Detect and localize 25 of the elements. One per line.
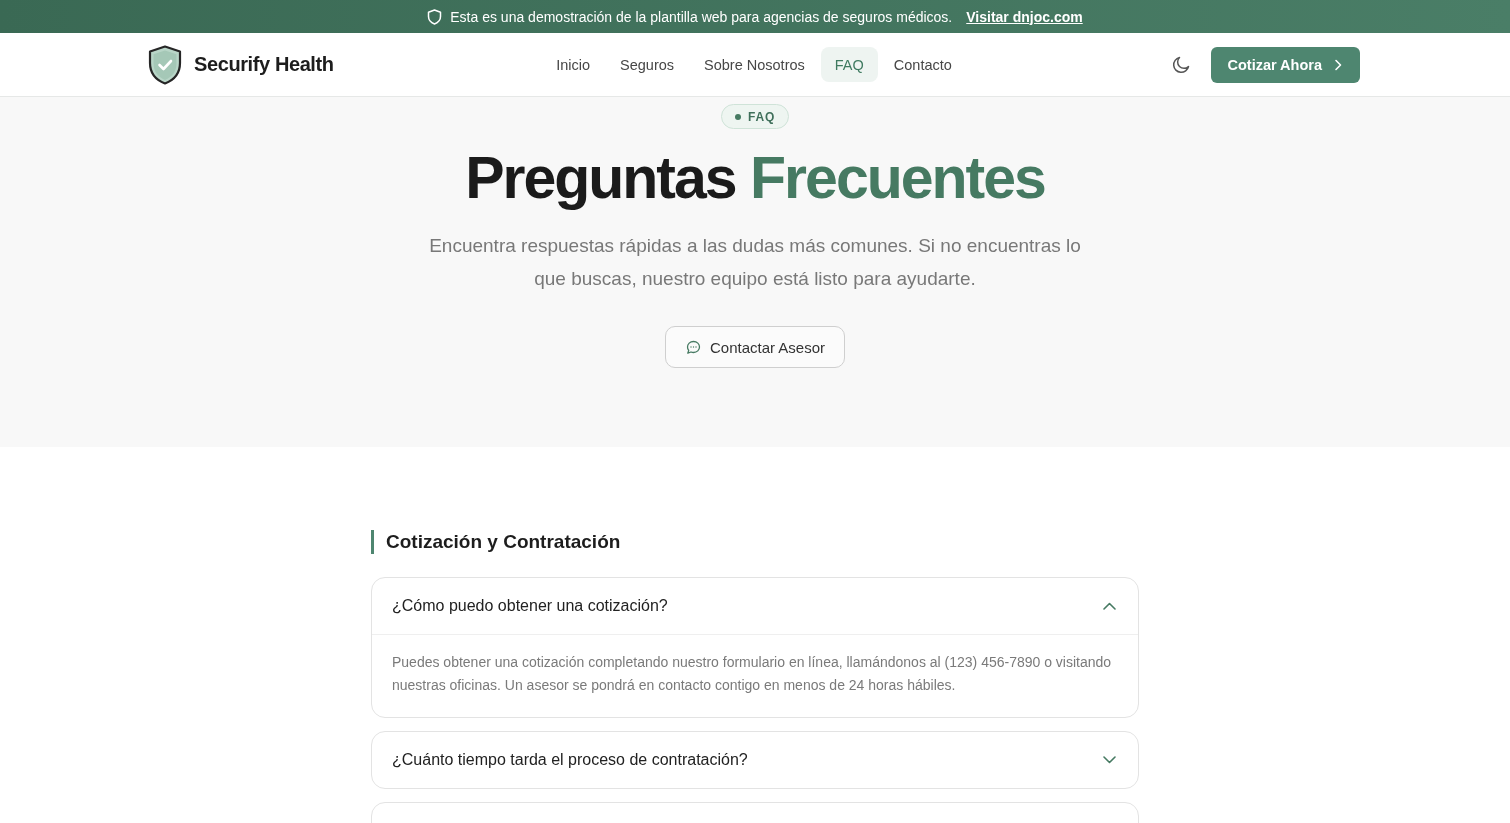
nav-link[interactable]: FAQ (820, 47, 878, 82)
nav-link[interactable]: Inicio (542, 47, 604, 82)
nav-link[interactable]: Sobre Nosotros (690, 47, 819, 82)
page-title: Preguntas Frecuentes (465, 144, 1045, 213)
hero-subtitle: Encuentra respuestas rápidas a las dudas más comunes. Si no encuentras lo que buscas, nuestro equipo está listo para ayudarte. (428, 234, 1082, 291)
faq-question[interactable]: ¿Cómo puedo obtener una cotización? (372, 578, 1138, 634)
contact-advisor-button[interactable]: Contactar Asesor (664, 326, 846, 368)
chat-bubble-icon (685, 339, 701, 355)
faq-question[interactable]: ¿Cuánto tiempo tarda el proceso de contratación? (372, 732, 1138, 788)
dot-icon (734, 113, 741, 120)
nav-link[interactable]: Contacto (879, 47, 966, 82)
quote-button[interactable]: Cotizar Ahora (1211, 46, 1360, 83)
shield-check-logo-icon[interactable] (148, 44, 182, 85)
moon-icon[interactable] (1172, 55, 1192, 74)
badge-label: FAQ (747, 109, 776, 124)
chevron-up-icon (1103, 602, 1116, 610)
brand-name[interactable]: Securify Health (194, 53, 334, 76)
chevron-right-icon (1334, 58, 1342, 71)
banner-link[interactable]: Visitar dnjoc.com (966, 8, 1083, 25)
banner-text: Esta es una demostración de la plantilla web para agencias de seguros médicos. (450, 8, 953, 25)
section-heading: Cotización y Contratación (371, 530, 1139, 554)
chevron-down-icon (1103, 756, 1116, 764)
faq-answer: Puedes obtener una cotización completando nuestro formulario en línea, llamándonos al (123) 456-7890 o visitando nuestras oficinas. Un asesor se pondrá en contacto contigo en menos de 24 horas hábiles. (372, 634, 1138, 717)
nav-link[interactable]: Seguros (606, 47, 689, 82)
shield-icon (427, 8, 443, 25)
